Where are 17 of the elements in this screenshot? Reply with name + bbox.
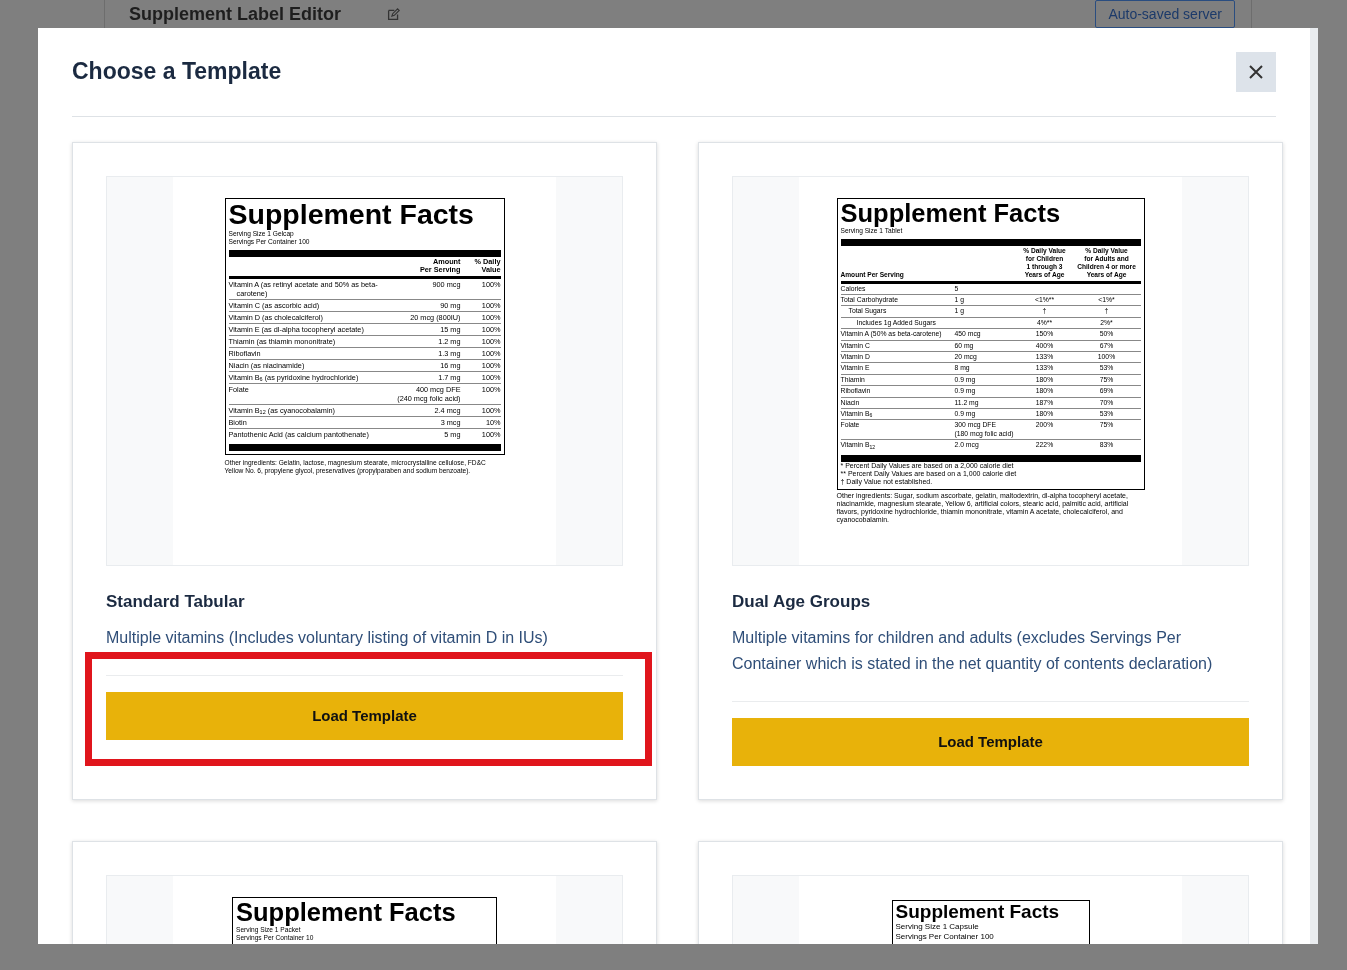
load-template-button[interactable]: Load Template bbox=[106, 692, 623, 741]
template-name: Standard Tabular bbox=[106, 592, 246, 613]
template-description: Multiple vitamins for children and adults (excludes Servings Per Container which is stated in the net quantity of contents declaration) bbox=[732, 628, 1214, 675]
label-title: Supplement Facts bbox=[228, 200, 475, 230]
app-title: Supplement Label Editor bbox=[129, 2, 342, 26]
close-button[interactable] bbox=[1236, 52, 1276, 92]
label-title: Supplement Facts bbox=[895, 902, 1061, 923]
label-title: Supplement Facts bbox=[840, 200, 1062, 227]
template-name: Dual Age Groups bbox=[732, 592, 872, 613]
template-description: Multiple vitamins (Includes voluntary listing of vitamin D in IUs) bbox=[106, 628, 549, 649]
dialog-title: Choose a Template bbox=[72, 58, 282, 86]
edit-icon[interactable] bbox=[387, 7, 401, 21]
close-icon bbox=[1248, 64, 1264, 80]
load-template-button[interactable]: Load Template bbox=[732, 718, 1249, 767]
label-title: Supplement Facts bbox=[236, 899, 457, 927]
serving-text: Serving Size 1 Capsule bbox=[895, 922, 980, 932]
serving-text: Servings Per Container 100 bbox=[895, 931, 995, 942]
